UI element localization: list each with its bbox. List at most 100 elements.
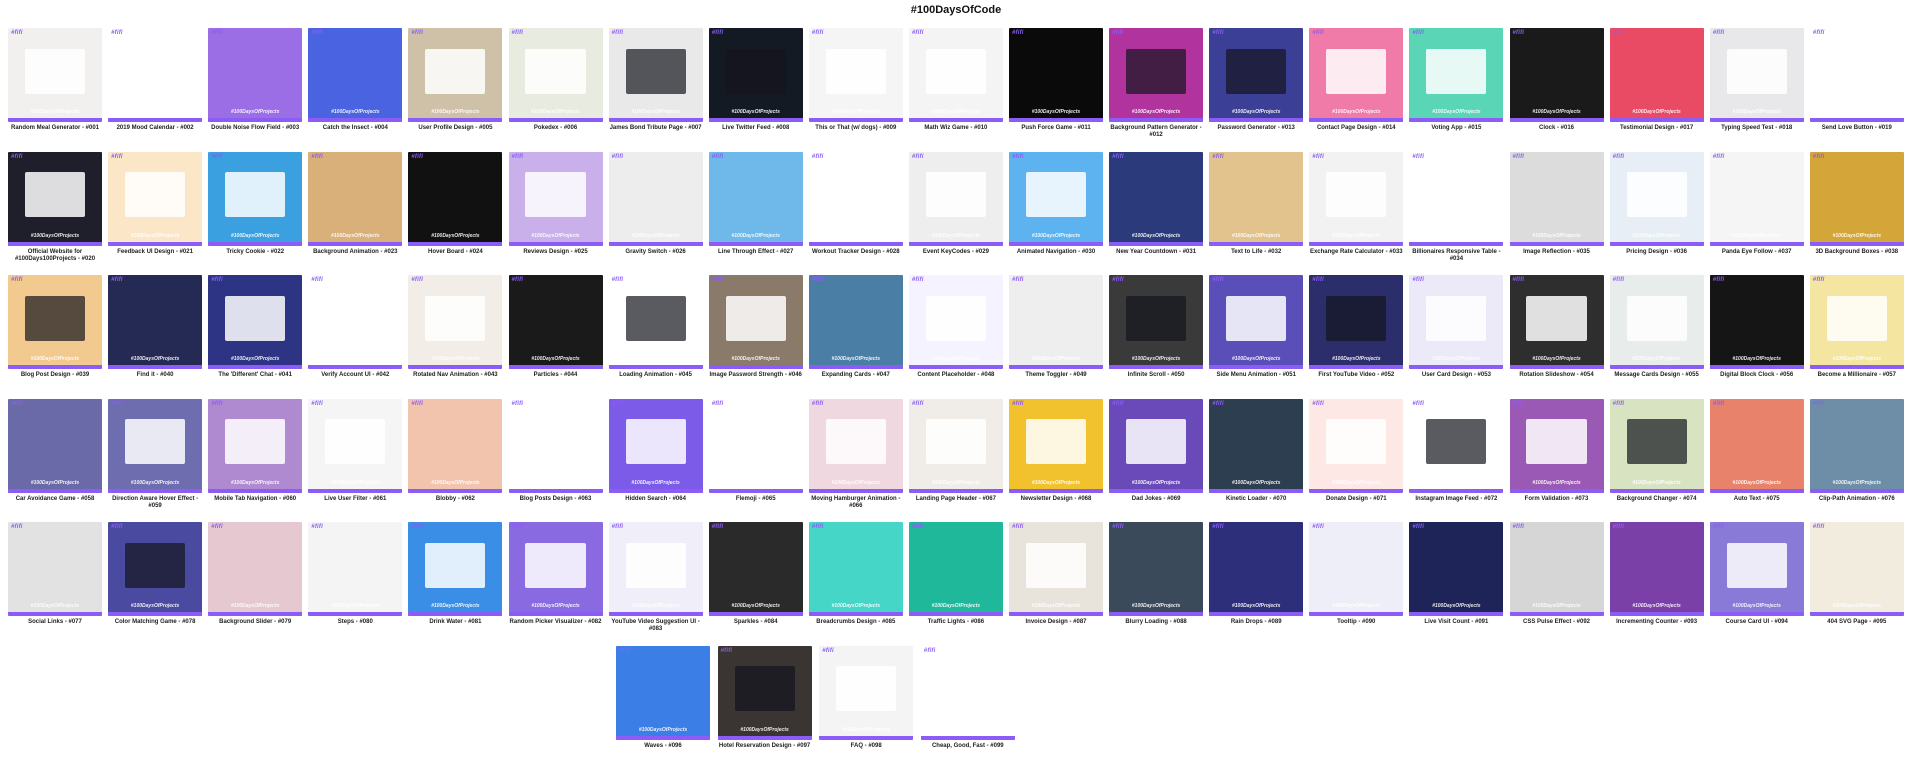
- project-card[interactable]: #fifi #100DaysOfProjects The 'Different' C…: [208, 275, 303, 379]
- project-thumbnail[interactable]: #fifi #100DaysOfProjects: [208, 398, 303, 493]
- project-caption[interactable]: Course Card UI - #094: [1710, 619, 1804, 626]
- project-caption[interactable]: Side Menu Animation - #051: [1209, 372, 1303, 379]
- project-card[interactable]: #fifi #100DaysOfProjects Donate Design - #…: [1309, 398, 1404, 503]
- project-caption[interactable]: Billionaires Responsive Table - #034: [1409, 249, 1503, 263]
- project-caption[interactable]: Digital Block Clock - #056: [1710, 372, 1804, 379]
- project-caption[interactable]: Hidden Search - #064: [609, 496, 703, 503]
- project-thumbnail[interactable]: #fifi #100DaysOfProjects: [1209, 28, 1304, 122]
- project-card[interactable]: #fifi #100DaysOfProjects Random Meal Gener…: [8, 28, 102, 132]
- project-thumbnail[interactable]: #fifi #100DaysOfProjects: [1709, 151, 1804, 246]
- project-caption[interactable]: Blog Post Design - #039: [8, 372, 102, 379]
- project-caption[interactable]: Find it - #040: [108, 372, 202, 379]
- project-card[interactable]: #fifi #100DaysOfProjects Landing Page Head…: [908, 398, 1003, 503]
- project-caption[interactable]: Loading Animation - #045: [609, 372, 703, 379]
- project-card[interactable]: #fifi #100DaysOfProjects Social Links - #0…: [8, 522, 102, 626]
- project-thumbnail[interactable]: #fifi #100DaysOfProjects: [208, 28, 303, 122]
- project-card[interactable]: #fifi #100DaysOfProjects Reviews Design - …: [508, 151, 603, 256]
- project-thumbnail[interactable]: #fifi #100DaysOfProjects: [1009, 151, 1103, 246]
- project-caption[interactable]: Drink Water - #081: [408, 619, 502, 626]
- project-caption[interactable]: Background Changer - #074: [1610, 496, 1704, 503]
- project-caption[interactable]: Text to Life - #032: [1209, 249, 1303, 256]
- project-thumbnail[interactable]: #fifi #100DaysOfProjects: [808, 522, 903, 616]
- project-caption[interactable]: Tooltip - #090: [1309, 619, 1403, 626]
- project-thumbnail[interactable]: #fifi #100DaysOfProjects: [819, 645, 914, 740]
- project-card[interactable]: #fifi #100DaysOfProjects Car Avoidance Gam…: [8, 398, 102, 503]
- project-thumbnail[interactable]: #fifi #100DaysOfProjects: [920, 645, 1015, 740]
- project-caption[interactable]: Flemoji - #065: [709, 496, 803, 503]
- project-thumbnail[interactable]: #fifi #100DaysOfProjects: [1309, 28, 1404, 122]
- project-thumbnail[interactable]: #fifi #100DaysOfProjects: [708, 151, 803, 246]
- project-card[interactable]: #fifi #100DaysOfProjects Feedback UI Desig…: [108, 151, 203, 256]
- project-card[interactable]: #fifi #100DaysOfProjects Auto Text - #075: [1709, 398, 1804, 503]
- project-caption[interactable]: Instagram Image Feed - #072: [1409, 496, 1503, 503]
- project-thumbnail[interactable]: #fifi #100DaysOfProjects: [808, 151, 903, 246]
- project-caption[interactable]: Catch the Insect - #004: [308, 125, 402, 132]
- project-thumbnail[interactable]: #fifi #100DaysOfProjects: [1409, 398, 1504, 493]
- project-card[interactable]: #fifi #100DaysOfProjects First YouTube Vid…: [1309, 275, 1404, 379]
- project-caption[interactable]: Image Password Strength - #046: [709, 372, 803, 379]
- project-card[interactable]: #fifi #100DaysOfProjects This or That (w/ …: [808, 28, 903, 132]
- project-caption[interactable]: Color Matching Game - #078: [108, 619, 202, 626]
- project-caption[interactable]: Auto Text - #075: [1710, 496, 1804, 503]
- project-caption[interactable]: Official Website for #100Days100Projects…: [8, 249, 102, 263]
- project-caption[interactable]: Infinite Scroll - #050: [1109, 372, 1203, 379]
- project-caption[interactable]: Event KeyCodes - #029: [909, 249, 1003, 256]
- project-thumbnail[interactable]: #fifi #100DaysOfProjects: [608, 522, 703, 616]
- project-card[interactable]: #fifi #100DaysOfProjects Image Password St…: [708, 275, 803, 379]
- project-thumbnail[interactable]: #fifi #100DaysOfProjects: [1709, 398, 1804, 493]
- project-thumbnail[interactable]: #fifi #100DaysOfProjects: [408, 151, 503, 246]
- project-thumbnail[interactable]: #fifi #100DaysOfProjects: [1809, 275, 1904, 369]
- project-thumbnail[interactable]: #fifi #100DaysOfProjects: [608, 28, 703, 122]
- project-card[interactable]: #fifi #100DaysOfProjects Image Reflection …: [1509, 151, 1604, 256]
- project-thumbnail[interactable]: #fifi #100DaysOfProjects: [8, 398, 102, 493]
- project-card[interactable]: #fifi #100DaysOfProjects Steps - #080: [308, 522, 403, 626]
- project-thumbnail[interactable]: #fifi #100DaysOfProjects: [808, 28, 903, 122]
- project-card[interactable]: #fifi #100DaysOfProjects Drink Water - #08…: [408, 522, 503, 626]
- project-caption[interactable]: Random Meal Generator - #001: [8, 125, 102, 132]
- project-card[interactable]: #fifi #100DaysOfProjects User Card Design …: [1409, 275, 1504, 379]
- project-caption[interactable]: Kinetic Loader - #070: [1209, 496, 1303, 503]
- project-caption[interactable]: James Bond Tribute Page - #007: [609, 125, 703, 132]
- project-caption[interactable]: The 'Different' Chat - #041: [208, 372, 302, 379]
- project-thumbnail[interactable]: #fifi #100DaysOfProjects: [508, 398, 603, 493]
- project-thumbnail[interactable]: #fifi #100DaysOfProjects: [1409, 522, 1504, 616]
- project-caption[interactable]: 2019 Mood Calendar - #002: [108, 125, 202, 132]
- project-caption[interactable]: Pricing Design - #036: [1610, 249, 1704, 256]
- project-thumbnail[interactable]: #fifi #100DaysOfProjects: [1809, 28, 1904, 122]
- project-thumbnail[interactable]: #fifi #100DaysOfProjects: [1409, 275, 1504, 369]
- project-thumbnail[interactable]: #fifi #100DaysOfProjects: [1209, 398, 1304, 493]
- project-thumbnail[interactable]: #fifi #100DaysOfProjects: [1109, 28, 1204, 122]
- project-caption[interactable]: Sparkles - #084: [709, 619, 803, 626]
- project-card[interactable]: #fifi #100DaysOfProjects Newsletter Design…: [1009, 398, 1103, 503]
- project-card[interactable]: #fifi #100DaysOfProjects Sparkles - #084: [708, 522, 803, 626]
- project-thumbnail[interactable]: #fifi #100DaysOfProjects: [1509, 275, 1604, 369]
- project-caption[interactable]: CSS Pulse Effect - #092: [1510, 619, 1604, 626]
- project-card[interactable]: #fifi #100DaysOfProjects Rotation Slidesho…: [1509, 275, 1604, 379]
- project-thumbnail[interactable]: #fifi #100DaysOfProjects: [717, 645, 812, 740]
- project-card[interactable]: #fifi #100DaysOfProjects Instagram Image F…: [1409, 398, 1504, 503]
- project-caption[interactable]: Live User Filter - #061: [308, 496, 402, 503]
- project-card[interactable]: #fifi #100DaysOfProjects Blog Posts Design…: [508, 398, 603, 503]
- project-thumbnail[interactable]: #fifi #100DaysOfProjects: [1609, 522, 1704, 616]
- project-thumbnail[interactable]: #fifi #100DaysOfProjects: [908, 398, 1003, 493]
- project-card[interactable]: #fifi #100DaysOfProjects Expanding Cards -…: [808, 275, 903, 379]
- project-card[interactable]: #fifi #100DaysOfProjects Cheap, Good, Fast…: [920, 645, 1015, 750]
- project-card[interactable]: #fifi #100DaysOfProjects Form Validation -…: [1509, 398, 1604, 503]
- project-caption[interactable]: Gravity Switch - #026: [609, 249, 703, 256]
- project-card[interactable]: #fifi #100DaysOfProjects Side Menu Animati…: [1209, 275, 1304, 379]
- project-caption[interactable]: Testimonial Design - #017: [1610, 125, 1704, 132]
- project-card[interactable]: #fifi #100DaysOfProjects Hover Board - #02…: [408, 151, 503, 256]
- project-caption[interactable]: User Card Design - #053: [1409, 372, 1503, 379]
- project-card[interactable]: #fifi #100DaysOfProjects Theme Toggler - #…: [1009, 275, 1103, 379]
- project-caption[interactable]: Rotation Slideshow - #054: [1510, 372, 1604, 379]
- project-card[interactable]: #fifi #100DaysOfProjects Hidden Search - #…: [608, 398, 703, 503]
- project-caption[interactable]: Blog Posts Design - #063: [509, 496, 603, 503]
- project-thumbnail[interactable]: #fifi #100DaysOfProjects: [308, 522, 403, 616]
- project-card[interactable]: #fifi #100DaysOfProjects Text to Life - #0…: [1209, 151, 1304, 256]
- project-thumbnail[interactable]: #fifi #100DaysOfProjects: [1009, 522, 1103, 616]
- project-thumbnail[interactable]: #fifi #100DaysOfProjects: [408, 522, 503, 616]
- project-card[interactable]: #fifi #100DaysOfProjects Become a Milliona…: [1809, 275, 1904, 379]
- project-card[interactable]: #fifi #100DaysOfProjects Push Force Game -…: [1009, 28, 1103, 132]
- project-caption[interactable]: Particles - #044: [509, 372, 603, 379]
- project-caption[interactable]: Incrementing Counter - #093: [1610, 619, 1704, 626]
